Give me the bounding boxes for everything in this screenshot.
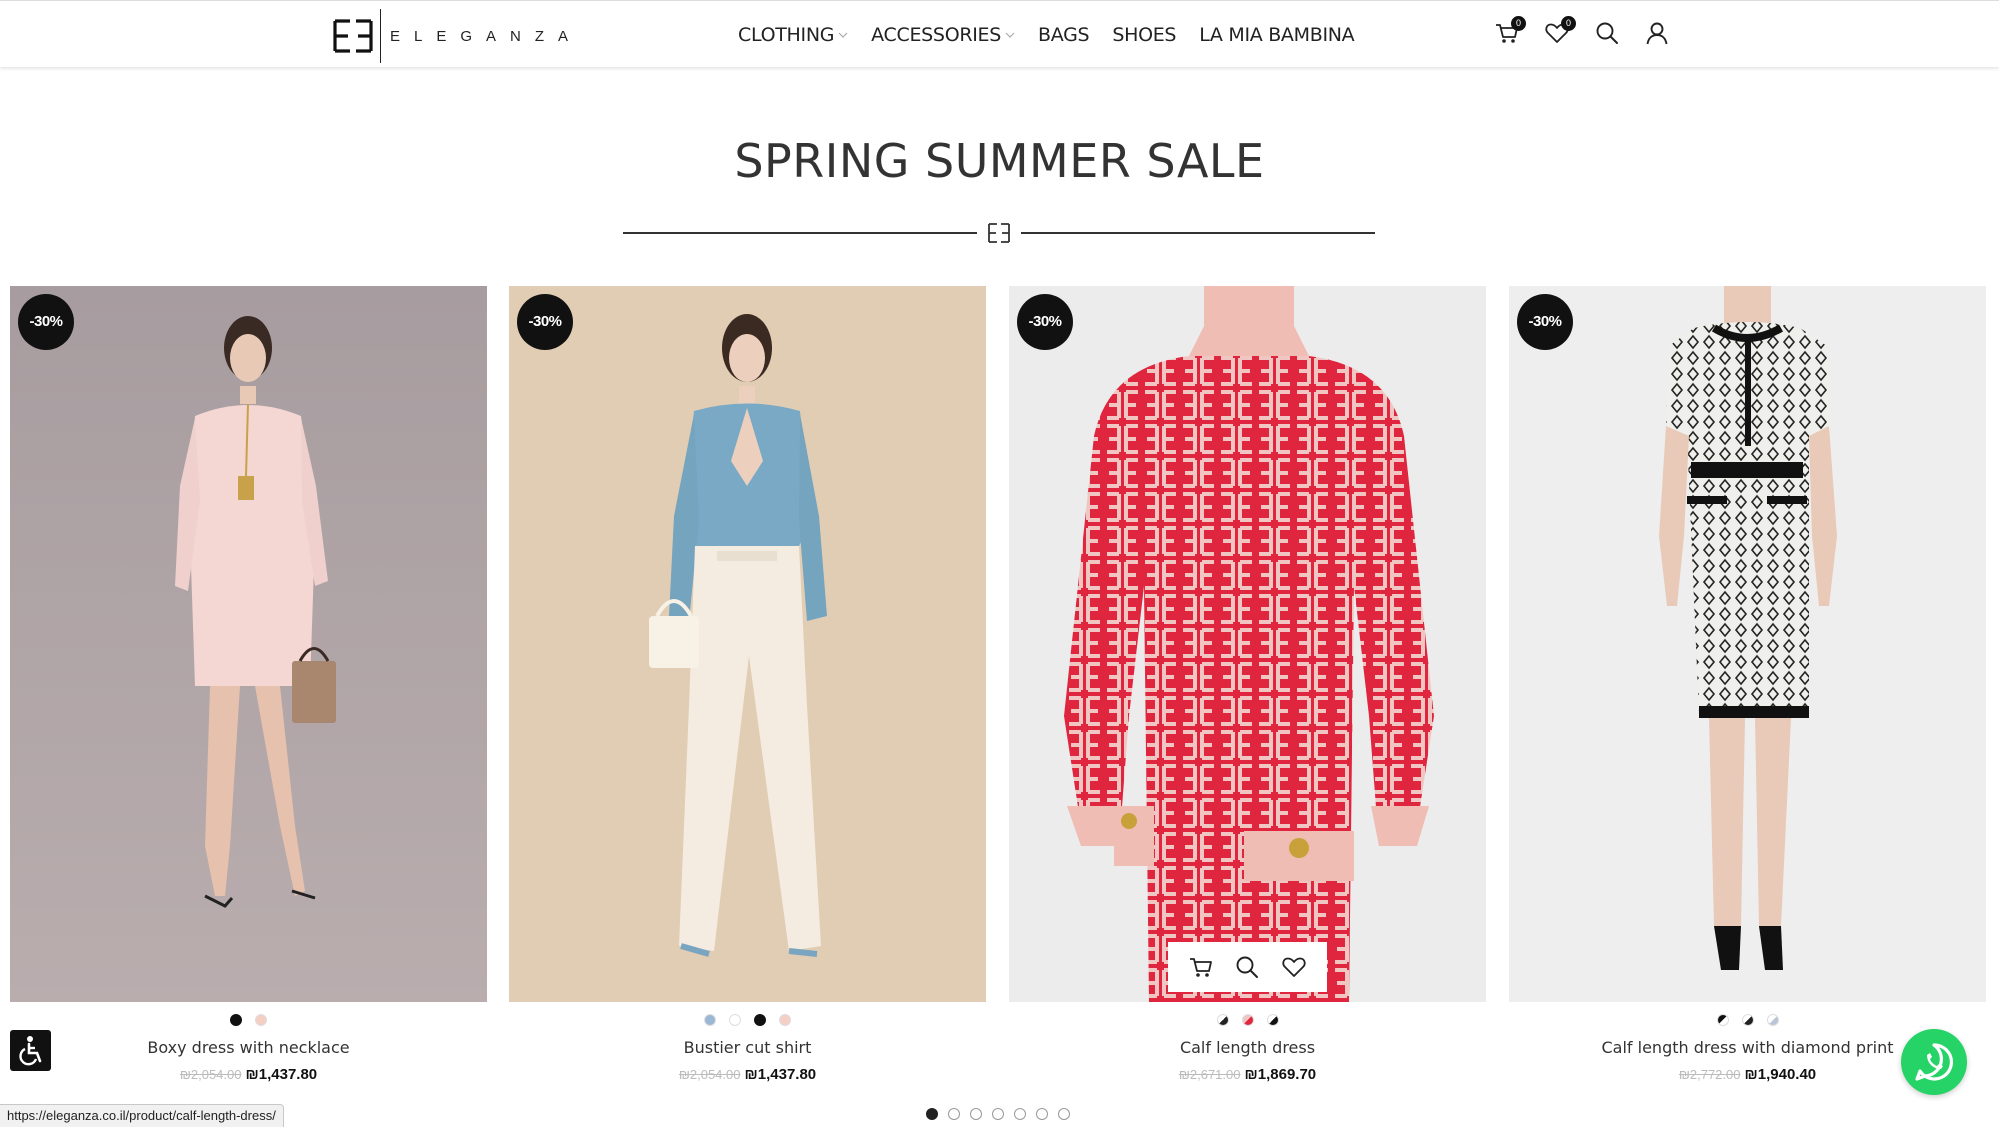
product-image[interactable]: -30% [1509,286,1986,1002]
carousel-dot[interactable] [1014,1108,1026,1120]
chevron-down-icon [838,32,848,38]
carousel-dot[interactable] [992,1108,1004,1120]
color-swatch[interactable] [1266,1014,1279,1026]
old-price: ₪2,671.00 [1178,1067,1241,1082]
logo-divider [380,9,381,63]
product-photo [1509,286,1986,1002]
color-swatch[interactable] [779,1014,791,1026]
nav-clothing-label: CLOTHING [738,23,835,46]
color-swatches [1509,1014,1986,1028]
product-price: ₪2,054.00 ₪1,437.80 [10,1066,487,1083]
wishlist-count-badge: 0 [1561,16,1576,31]
color-swatches [10,1014,487,1028]
carousel-dot[interactable] [926,1108,938,1120]
product-card: -30% Calf length dress ₪2,671.00 ₪1,869.7… [1009,286,1486,1083]
product-card: -30% Boxy dress with necklace ₪2,054.00 ₪… [10,286,487,1083]
carousel-dot[interactable] [1058,1108,1070,1120]
brand-monogram-icon [333,19,373,53]
carousel-dot[interactable] [970,1108,982,1120]
discount-badge: -30% [517,294,573,350]
whatsapp-icon [1915,1043,1954,1081]
chevron-down-icon [1005,32,1015,38]
cart-button[interactable]: 0 [1494,16,1526,50]
discount-badge: -30% [1517,294,1573,350]
color-swatch[interactable] [1716,1014,1729,1026]
main-nav: CLOTHING ACCESSORIES BAGS SHOES LA MIA B… [738,1,1377,68]
color-swatches [509,1014,986,1028]
title-separator [623,222,1375,244]
sale-price: ₪1,940.40 [1744,1066,1817,1083]
carousel-pagination [926,1108,1070,1120]
monogram-icon [988,223,1010,243]
sale-price: ₪1,869.70 [1244,1066,1317,1083]
nav-bags[interactable]: BAGS [1038,23,1090,46]
nav-shoes[interactable]: SHOES [1112,24,1176,46]
discount-badge: -30% [1017,294,1073,350]
product-name[interactable]: Bustier cut shirt [509,1038,986,1057]
color-swatches [1009,1014,1486,1028]
status-bar-url: https://eleganza.co.il/product/calf-leng… [0,1104,284,1127]
color-swatch[interactable] [729,1014,741,1026]
quick-actions [1168,942,1327,992]
accessibility-button[interactable] [10,1030,51,1071]
discount-badge: -30% [18,294,74,350]
carousel-dot[interactable] [1036,1108,1048,1120]
product-photo [509,286,986,1002]
separator-line-left [623,232,977,234]
carousel-dot[interactable] [948,1108,960,1120]
wheelchair-icon [19,1036,42,1066]
section-title: SPRING SUMMER SALE [734,134,1265,188]
separator-line-right [1021,232,1375,234]
product-photo [10,286,487,1002]
header-icons: 0 0 [1494,16,1694,53]
product-image[interactable]: -30% [10,286,487,1002]
old-price: ₪2,054.00 [678,1067,741,1082]
sale-price: ₪1,437.80 [245,1066,318,1083]
site-header: ELEGANZA CLOTHING ACCESSORIES BAGS SHOES… [0,0,1999,67]
color-swatch[interactable] [1741,1014,1754,1026]
product-name[interactable]: Calf length dress [1009,1038,1486,1057]
color-swatch[interactable] [230,1014,242,1026]
sale-price: ₪1,437.80 [744,1066,817,1083]
cart-count-badge: 0 [1511,16,1526,31]
color-swatch[interactable] [704,1014,716,1026]
add-to-cart-icon[interactable] [1188,954,1214,980]
user-icon [1646,22,1668,45]
nav-accessories[interactable]: ACCESSORIES [871,24,1015,46]
product-price: ₪2,054.00 ₪1,437.80 [509,1066,986,1083]
nav-la-mia-bambina[interactable]: LA MIA BAMBINA [1199,24,1354,46]
color-swatch[interactable] [1766,1014,1779,1026]
brand-name: ELEGANZA [390,27,583,45]
search-button[interactable] [1594,20,1624,50]
product-image[interactable]: -30% [1009,286,1486,1002]
product-card: -30% Calf length dress with diamond prin… [1509,286,1986,1083]
wishlist-add-icon[interactable] [1281,954,1307,980]
nav-accessories-label: ACCESSORIES [871,23,1002,46]
product-price: ₪2,671.00 ₪1,869.70 [1009,1066,1486,1083]
quick-view-icon[interactable] [1234,954,1260,980]
nav-shoes-label: SHOES [1112,23,1177,46]
search-icon [1596,22,1618,44]
color-swatch[interactable] [1241,1014,1254,1026]
old-price: ₪2,054.00 [179,1067,242,1082]
account-button[interactable] [1644,20,1674,50]
color-swatch[interactable] [1216,1014,1229,1026]
nav-la-mia-bambina-label: LA MIA BAMBINA [1199,23,1355,46]
nav-bags-label: BAGS [1038,23,1090,46]
product-photo [1009,286,1486,1002]
product-card: -30% Bustier cut shirt ₪2,054.00 ₪1,437.8… [509,286,986,1083]
brand-logo[interactable]: ELEGANZA [333,9,583,63]
wishlist-button[interactable]: 0 [1544,16,1576,50]
nav-clothing[interactable]: CLOTHING [738,24,848,46]
product-image[interactable]: -30% [509,286,986,1002]
color-swatch[interactable] [255,1014,267,1026]
whatsapp-chat-button[interactable] [1901,1029,1967,1095]
old-price: ₪2,772.00 [1678,1067,1741,1082]
product-name[interactable]: Boxy dress with necklace [10,1038,487,1057]
color-swatch[interactable] [754,1014,766,1026]
